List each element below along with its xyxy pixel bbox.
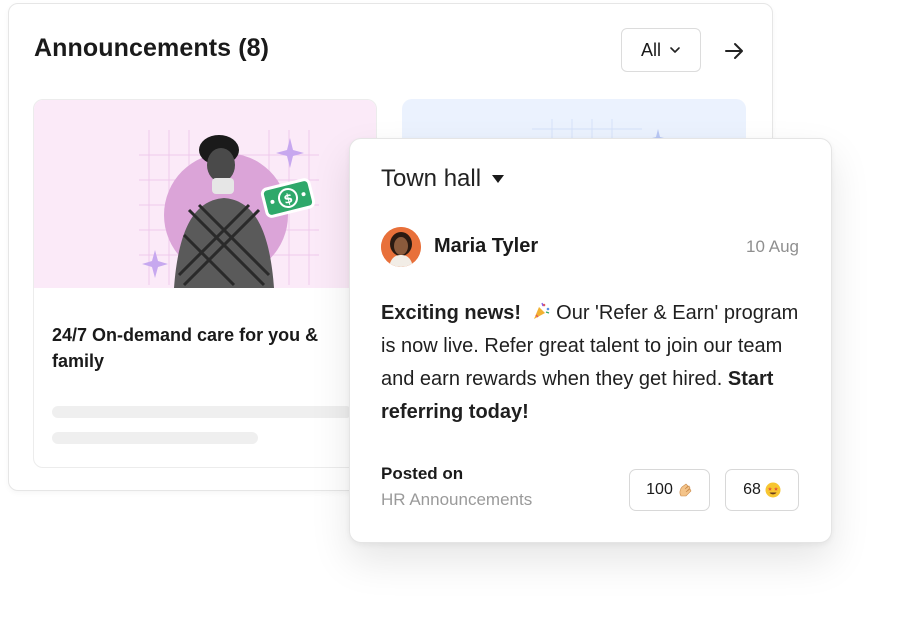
message-lead: Exciting news! bbox=[381, 302, 522, 324]
posted-channel-link[interactable]: HR Announcements bbox=[381, 490, 532, 510]
healthcare-illustration: $ bbox=[139, 130, 319, 288]
clapping-hands-icon bbox=[679, 483, 692, 497]
announcement-detail-card: Town hall Maria Tyler 10 Aug Exciting ne… bbox=[349, 138, 832, 543]
placeholder-line bbox=[52, 406, 352, 418]
star-struck-icon bbox=[765, 482, 781, 498]
card-illustration: $ bbox=[34, 100, 376, 288]
filter-value: All bbox=[640, 39, 661, 60]
channel-name: Town hall bbox=[381, 165, 482, 192]
announcement-message: Exciting news! Our 'Refer & Earn' progra… bbox=[381, 297, 811, 429]
author-name[interactable]: Maria Tyler bbox=[434, 235, 538, 258]
reaction-starstruck-button[interactable]: 68 bbox=[725, 469, 799, 511]
avatar-image bbox=[381, 227, 421, 267]
reaction-clap-button[interactable]: 100 bbox=[629, 469, 710, 511]
reaction-count: 100 bbox=[646, 481, 673, 498]
stage: Announcements (8) All $ 24/7 On-demand c… bbox=[0, 0, 901, 628]
arrow-right-icon bbox=[725, 43, 743, 59]
author-row: Maria Tyler 10 Aug bbox=[381, 227, 799, 267]
announcement-card[interactable]: $ 24/7 On-demand care for you & family bbox=[33, 99, 377, 468]
chevron-down-icon bbox=[670, 47, 680, 53]
view-all-arrow-button[interactable] bbox=[719, 36, 749, 66]
party-popper-icon bbox=[533, 302, 549, 319]
panel-title: Announcements (8) bbox=[34, 34, 270, 62]
filter-dropdown[interactable]: All bbox=[621, 28, 701, 72]
avatar[interactable] bbox=[381, 227, 421, 267]
card-title: 24/7 On-demand care for you & family bbox=[52, 325, 319, 371]
reaction-count: 68 bbox=[743, 481, 761, 498]
posted-on-label: Posted on bbox=[381, 464, 464, 483]
caret-down-icon bbox=[492, 175, 505, 183]
placeholder-line bbox=[52, 432, 258, 444]
post-date: 10 Aug bbox=[746, 237, 799, 256]
channel-selector[interactable]: Town hall bbox=[381, 165, 505, 193]
